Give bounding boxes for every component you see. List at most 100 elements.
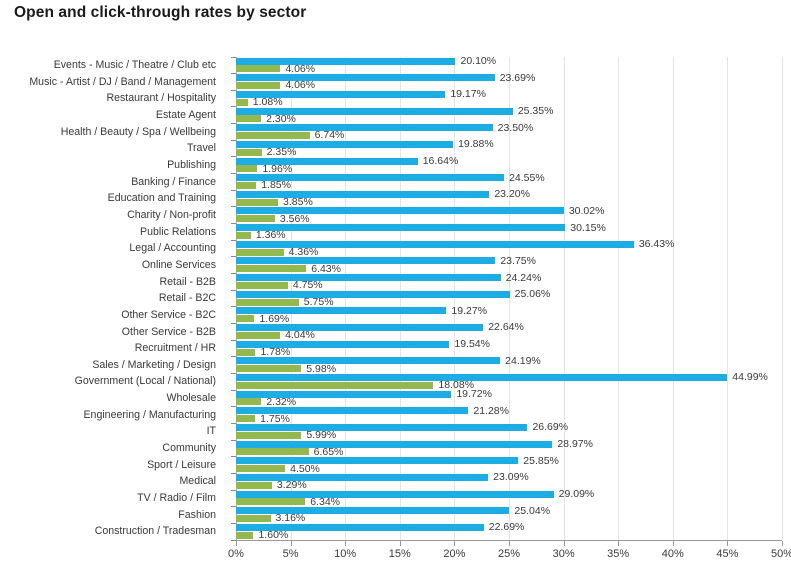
y-axis-category-label: Engineering / Manufacturing [83,408,216,421]
bar-value-label-open-rate: 30.15% [570,221,606,234]
chart-row: 19.88% 2.35% [236,139,782,157]
y-axis-category-label: Recruitment / HR [134,342,216,355]
chart-row: 22.64% 4.04% [236,321,782,340]
bar-value-label-open-rate: 23.20% [494,188,530,201]
x-axis-tick [509,541,510,546]
chart-row: 19.72% 2.32% [236,389,782,407]
bar-value-label-open-rate: 20.10% [460,55,497,67]
bar-value-label-open-rate: 22.64% [488,321,524,334]
x-axis-label: 20% [443,548,466,560]
bar-open-rate [236,440,553,448]
chart-row: 21.28% 1.75% [236,404,782,424]
bar-click-rate [236,65,281,73]
bar-open-rate [236,290,510,298]
bar-value-label-open-rate: 26.69% [532,421,569,434]
x-axis-label: 35% [607,548,630,560]
x-axis-label: 45% [716,548,739,560]
bar-value-label-open-rate: 29.09% [558,488,595,501]
bar-open-rate [236,190,490,198]
bar-click-rate [236,315,255,323]
y-axis-category-label: Retail - B2B [159,275,216,288]
chart-row: 26.69% 5.99% [236,421,782,440]
y-axis-category-label: Banking / Finance [131,175,216,188]
bar-click-rate [236,165,258,173]
y-axis-category-label: Sales / Marketing / Design [92,358,216,371]
bar-value-label-open-rate: 25.35% [517,104,554,117]
x-axis-label: 30% [552,548,575,560]
chart-row: 30.02% 3.56% [236,204,782,224]
bar-click-rate [236,265,307,273]
chart-row: 22.69% 1.60% [236,521,782,540]
bar-click-rate [236,448,309,456]
bar-click-rate [236,98,248,106]
x-axis-label: 25% [497,548,521,560]
bar-value-label-open-rate: 44.99% [732,371,768,384]
y-axis-category-label: Health / Beauty / Spa / Wellbeing [60,125,216,138]
chart-row: 23.09% 3.29% [236,472,782,490]
bar-value-label-open-rate: 25.85% [523,454,559,467]
bar-click-rate [236,415,256,423]
chart-row: 23.50% 6.74% [236,123,782,140]
bar-click-rate [236,82,281,90]
bar-click-rate [236,348,256,356]
bar-click-rate [236,481,272,489]
bar-value-label-open-rate: 30.02% [568,204,605,217]
bar-click-rate [236,132,310,139]
bar-click-rate [236,398,262,406]
bar-open-rate [236,124,493,132]
bar-value-label-open-rate: 22.69% [488,521,525,534]
bar-open-rate [236,274,501,282]
x-axis-tick [563,541,565,546]
bar-click-rate [236,465,286,473]
chart-row: 23.69% 4.06% [236,71,782,90]
y-axis-category-label: Publishing [167,158,216,171]
bar-value-label-open-rate: 19.27% [451,304,488,317]
bar-value-label-open-rate: 24.55% [509,171,545,184]
x-axis-label: 0% [228,548,244,560]
chart-row: 20.10% 4.06% [236,55,782,74]
chart-row: 28.97% 6.65% [236,439,782,457]
bar-value-label-open-rate: 24.24% [505,271,542,284]
chart-row: 23.75% 6.43% [236,256,782,274]
bar-series-container: 20.10% 4.06% 23.69% 4.06% 19.17% 1.08% 25.35% 2… [236,55,782,540]
chart-row: 23.20% 3.85% [236,188,782,207]
gridline-50pct [782,57,783,540]
bar-click-rate [236,381,434,389]
bar-click-rate [236,531,254,539]
bar-value-label-open-rate: 19.54% [454,338,490,351]
bar-click-rate [236,231,251,239]
bar-click-rate [236,331,281,339]
bar-open-rate [236,74,495,82]
y-axis-category-label: Restaurant / Hospitality [106,92,216,105]
bar-click-rate [236,215,275,223]
bar-click-rate [236,198,279,206]
x-axis-tick [727,541,729,546]
x-axis-tick [782,541,783,546]
bar-value-label-open-rate: 23.69% [499,71,536,84]
bar-open-rate [236,257,496,265]
bar-value-label-open-rate: 19.17% [450,88,486,101]
x-axis-tick [454,541,456,546]
y-axis-category-label: Events - Music / Theatre / Club etc [53,59,216,72]
y-axis-category-label: Music - Artist / DJ / Band / Management [29,75,216,88]
chart-row: 30.15% 1.36% [236,221,782,240]
x-axis-tick [399,541,401,546]
bar-click-rate [236,181,257,189]
y-axis-category-label: Other Service - B2B [121,325,216,338]
chart-row: 16.64% 1.96% [236,156,782,174]
x-axis-label: 15% [388,548,411,560]
bar-open-rate [236,357,501,365]
chart-row: 24.19% 5.98% [236,356,782,374]
bar-value-label-open-rate: 21.28% [473,404,509,417]
y-axis-category-label: Travel [186,142,216,155]
chart-row: 24.24% 4.75% [236,271,782,290]
y-axis-category-label: Online Services [141,258,216,271]
x-axis-tick [672,541,674,546]
y-axis-category-label: Public Relations [140,225,216,238]
x-axis-label: 10% [334,548,357,560]
bar-value-label-open-rate: 25.06% [514,288,551,301]
bar-click-rate [236,431,302,439]
y-axis-category-label: TV / Radio / Film [137,492,216,505]
chart-row: 19.17% 1.08% [236,88,782,107]
bar-open-rate [236,324,484,332]
